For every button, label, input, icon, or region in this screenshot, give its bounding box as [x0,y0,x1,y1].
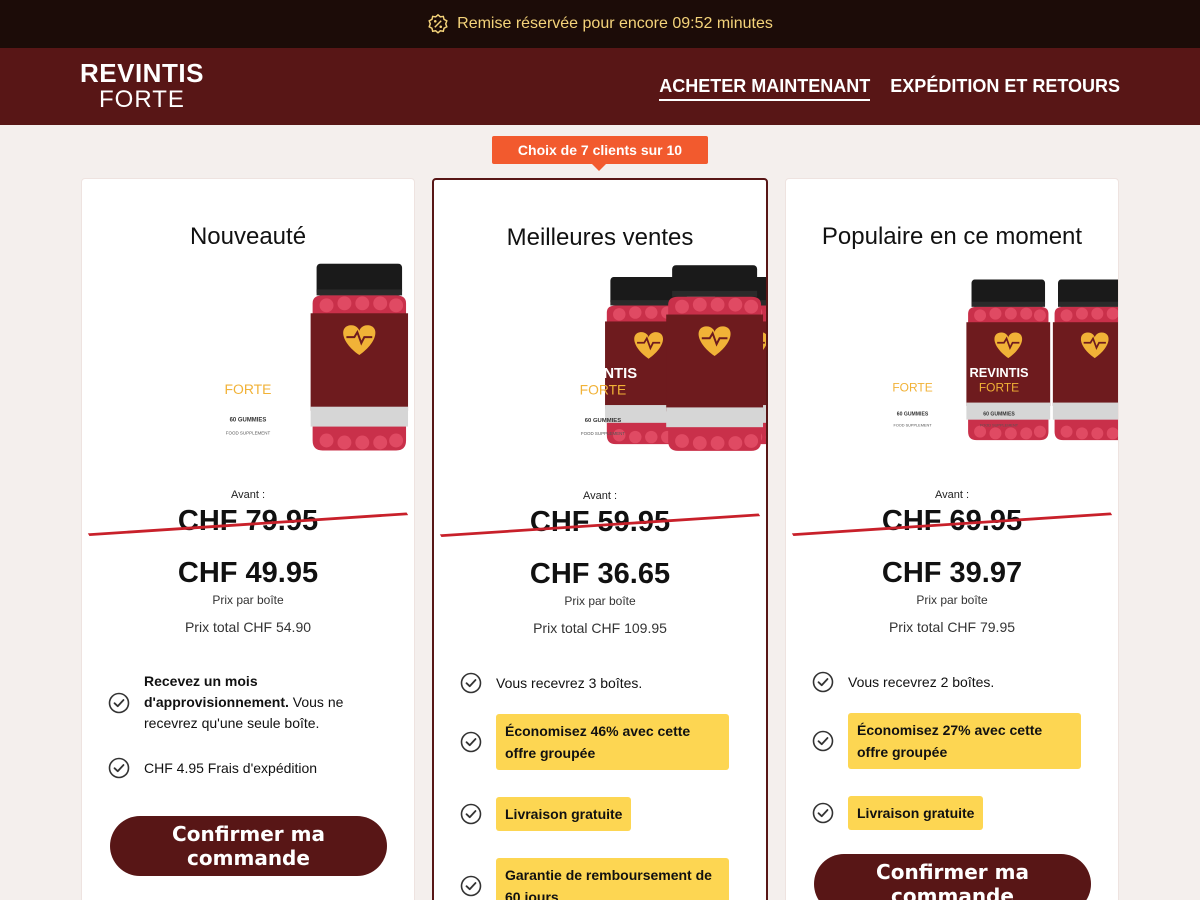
confirm-order-button[interactable]: Confirmer ma commande [110,816,387,876]
offer-title: Meilleures ventes [506,224,694,251]
svg-text:FORTE: FORTE [580,382,627,398]
check-circle-icon [108,692,130,714]
before-label: Avant : [230,489,266,501]
feature-item: Livraison gratuite [460,797,632,831]
feature-item: Recevez un mois d'approvisionnement. Vou… [108,671,368,734]
svg-text:FOOD SUPPLEMENT: FOOD SUPPLEMENT [581,431,625,436]
product-bottle-image: REVINTIS FORTE 60 GUMMIES FOOD SUPPLEMEN… [883,263,1118,453]
svg-text:REVINTIS: REVINTIS [214,365,283,381]
discount-timer-bar: Remise réservée pour encore 09:52 minute… [0,0,1200,48]
svg-text:REVINTIS: REVINTIS [969,365,1029,380]
feature-item: Vous recevrez 3 boîtes. [460,672,642,694]
discount-badge-icon [428,13,448,34]
savings-highlight: Économisez 27% avec cette offre groupée [848,713,1081,769]
svg-text:REVINTIS: REVINTIS [883,365,943,380]
check-circle-icon [460,731,482,753]
svg-text:REVINTIS: REVINTIS [569,366,637,382]
old-price: CHF 79.95 [82,505,414,538]
guarantee-highlight: Garantie de remboursement de 60 jours [496,858,729,900]
new-price: CHF 49.95 [177,557,319,589]
feature-item: CHF 4.95 Frais d'expédition [108,757,317,779]
offer-title: Nouveauté [189,223,307,250]
main-nav: ACHETER MAINTENANT EXPÉDITION ET RETOURS [659,76,1120,101]
svg-text:FOOD SUPPLEMENT: FOOD SUPPLEMENT [226,431,271,436]
savings-highlight: Économisez 46% avec cette offre groupée [496,714,729,770]
site-header: REVINTIS FORTE ACHETER MAINTENANT EXPÉDI… [0,48,1200,125]
svg-text:FOOD SUPPLEMENT: FOOD SUPPLEMENT [980,424,1019,428]
per-box-label: Prix par boîte [212,593,284,607]
check-circle-icon [812,671,834,693]
svg-text:FORTE: FORTE [225,381,272,397]
check-circle-icon [812,730,834,752]
free-shipping-highlight: Livraison gratuite [496,797,632,831]
check-circle-icon [460,875,482,897]
discount-timer-text: Remise réservée pour encore 09:52 minute… [457,15,773,32]
check-circle-icon [460,803,482,825]
svg-text:60 GUMMIES: 60 GUMMIES [585,418,621,424]
feature-item: Économisez 27% avec cette offre groupée [812,713,1081,769]
logo-line-1: REVINTIS [80,58,204,88]
feature-item: Économisez 46% avec cette offre groupée [460,714,729,770]
new-price: CHF 36.65 [529,558,671,590]
product-bottle-image: REVINTIS FORTE 60 GUMMIES FOOD SUPPLEMEN… [569,264,766,454]
feature-text: Vous recevrez 3 boîtes. [496,674,643,691]
nav-buy-now[interactable]: ACHETER MAINTENANT [659,76,871,101]
confirm-order-button[interactable]: Confirmer ma commande [814,854,1091,900]
total-price: Prix total CHF 109.95 [533,620,667,636]
total-price: Prix total CHF 54.90 [184,619,312,635]
per-box-label: Prix par boîte [916,593,988,607]
feature-item: Livraison gratuite [812,796,984,830]
offer-card-1-box: Nouveauté REVINTIS FORTE 60 GUMMIES FOOD… [81,178,415,900]
nav-shipping-returns[interactable]: EXPÉDITION ET RETOURS [890,76,1120,101]
svg-text:60 GUMMIES: 60 GUMMIES [230,418,267,424]
logo-line-2: FORTE [99,86,185,113]
svg-text:FORTE: FORTE [892,380,932,394]
feature-item: Garantie de remboursement de 60 jours [460,858,729,900]
product-bottle-image: REVINTIS FORTE 60 GUMMIES FOOD SUPPLEMEN… [214,263,414,453]
svg-text:60 GUMMIES: 60 GUMMIES [897,411,929,417]
before-label: Avant : [934,489,970,501]
svg-text:60 GUMMIES: 60 GUMMIES [983,411,1015,417]
free-shipping-highlight: Livraison gratuite [848,796,984,830]
check-circle-icon [108,757,130,779]
revintis-logo[interactable]: REVINTIS FORTE [80,60,204,112]
offer-card-2-box: Meilleures ventes REVINTIS FORTE 60 GUMM… [432,178,768,900]
best-choice-ribbon: Choix de 7 clients sur 10 [492,136,708,171]
before-label: Avant : [582,490,618,502]
check-circle-icon [812,802,834,824]
per-box-label: Prix par boîte [564,594,636,608]
feature-bold-text: Recevez un mois d'approvisionnement. [144,673,289,710]
feature-text: Vous recevrez 2 boîtes. [848,673,995,690]
old-price: CHF 59.95 [434,506,766,539]
offer-title: Populaire en ce moment [821,223,1083,250]
total-price: Prix total CHF 79.95 [888,619,1016,635]
feature-text: CHF 4.95 Frais d'expédition [144,759,318,776]
feature-item: Vous recevrez 2 boîtes. [812,671,994,693]
svg-text:FORTE: FORTE [979,380,1019,394]
offer-card-3-box: Populaire en ce moment REVINTIS FORTE 60… [785,178,1119,900]
check-circle-icon [460,672,482,694]
svg-text:FOOD SUPPLEMENT: FOOD SUPPLEMENT [893,424,932,428]
old-price: CHF 69.95 [786,505,1118,538]
new-price: CHF 39.97 [881,557,1023,589]
